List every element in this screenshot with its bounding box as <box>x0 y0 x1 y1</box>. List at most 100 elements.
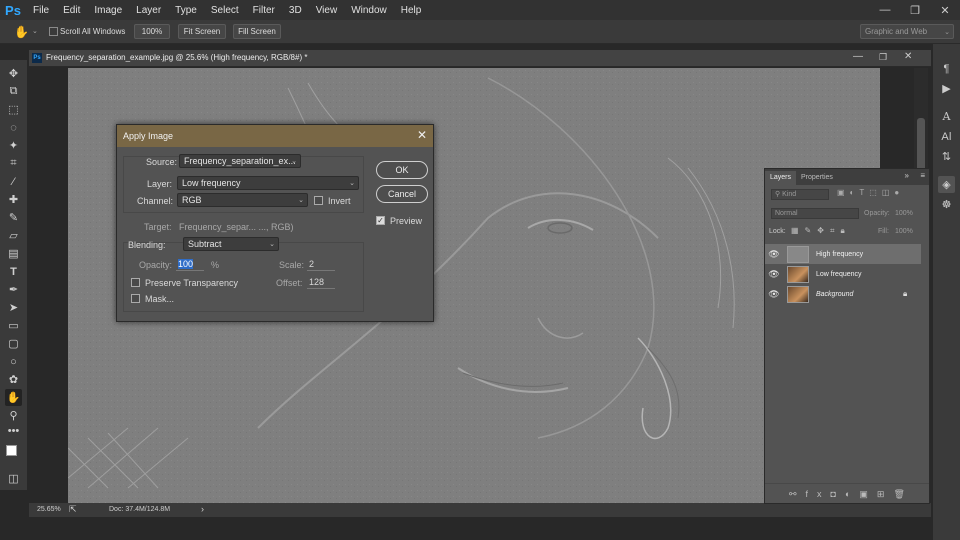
layer-filter-icons[interactable]: ▣◐T⬚◫● <box>837 188 904 197</box>
layer-row-high-frequency[interactable]: 👁︎ High frequency <box>765 244 921 264</box>
rectangle-tool-icon[interactable]: ▭ <box>5 317 22 334</box>
menu-layer[interactable]: Layer <box>129 5 168 16</box>
pasteboard <box>29 68 68 503</box>
menu-type[interactable]: Type <box>168 5 204 16</box>
layer-row-low-frequency[interactable]: 👁︎ Low frequency <box>765 264 921 284</box>
options-bar: ✋ ⌄ Scroll All Windows 100% Fit Screen F… <box>0 20 960 44</box>
menu-window[interactable]: Window <box>344 5 394 16</box>
rounded-rectangle-tool-icon[interactable]: ▢ <box>5 335 22 352</box>
mask-checkbox[interactable] <box>131 294 140 303</box>
marquee-tool-icon[interactable]: ⬚ <box>5 101 22 118</box>
gradient-tool-icon[interactable]: ▤ <box>5 245 22 262</box>
artboard-tool-icon[interactable]: ⧉ <box>5 83 22 100</box>
offset-input[interactable]: 128 <box>307 276 335 289</box>
layer-name[interactable]: Low frequency <box>816 271 862 278</box>
preserve-transparency-checkbox[interactable] <box>131 278 140 287</box>
close-button[interactable]: ✕ <box>930 0 960 20</box>
target-value: Frequency_separ... ..., RGB) <box>179 222 294 232</box>
preserve-transparency-label: Preserve Transparency <box>145 278 239 288</box>
layer-name[interactable]: Background <box>816 291 853 298</box>
hand-tool-icon[interactable]: ✋ <box>5 389 22 406</box>
preview-checkbox[interactable]: ✓ <box>376 216 385 225</box>
layer-name[interactable]: High frequency <box>816 251 863 258</box>
channel-label: Channel: <box>137 196 174 206</box>
source-select[interactable]: Frequency_separation_ex... ⌄ <box>179 154 301 168</box>
ellipse-tool-icon[interactable]: ○ <box>5 353 22 370</box>
opacity-input[interactable]: 100 <box>176 258 204 271</box>
pen-tool-icon[interactable]: ✒ <box>5 281 22 298</box>
layers-icon[interactable]: ◈ <box>938 176 955 193</box>
fill-screen-button[interactable]: Fill Screen <box>233 24 281 39</box>
minimize-button[interactable]: — <box>870 0 900 20</box>
workspace-select[interactable]: Graphic and Web ⌄ <box>860 24 954 39</box>
zoom-100-button[interactable]: 100% <box>134 24 170 39</box>
filter-kind-select[interactable]: ⚲ Kind <box>771 189 829 200</box>
paragraph-icon[interactable]: ¶ <box>938 60 955 77</box>
paragraph-styles-icon[interactable]: ⇅ <box>938 148 955 165</box>
share-icon[interactable]: ⇱ <box>69 504 77 515</box>
invert-checkbox[interactable] <box>314 196 323 205</box>
ok-button[interactable]: OK <box>376 161 428 179</box>
healing-brush-tool-icon[interactable]: ✚ <box>5 191 22 208</box>
path-selection-tool-icon[interactable]: ➤ <box>5 299 22 316</box>
dialog-titlebar[interactable]: Apply Image ✕ <box>117 125 433 147</box>
scroll-all-checkbox[interactable] <box>49 27 58 39</box>
hand-tool-icon[interactable]: ✋ <box>14 25 29 39</box>
magic-wand-tool-icon[interactable]: ✦ <box>5 137 22 154</box>
layer-label: Layer: <box>147 179 173 189</box>
character-icon[interactable]: Aǀ <box>938 128 955 145</box>
lock-label: Lock: <box>769 228 786 235</box>
menu-filter[interactable]: Filter <box>246 5 282 16</box>
document-tab[interactable]: Ps Frequency_separation_example.jpg @ 25… <box>29 50 931 67</box>
brush-tool-icon[interactable]: ✎ <box>5 209 22 226</box>
zoom-level[interactable]: 25.65% <box>37 506 61 513</box>
blend-mode-select[interactable]: Normal <box>771 208 859 219</box>
source-value: Frequency_separation_ex... <box>184 156 296 166</box>
menu-3d[interactable]: 3D <box>282 5 309 16</box>
eye-icon[interactable]: 👁︎ <box>765 289 783 300</box>
tab-properties[interactable]: Properties <box>796 171 838 185</box>
tab-layers[interactable]: Layers <box>765 171 797 185</box>
menu-select[interactable]: Select <box>204 5 246 16</box>
layers-footer-icons[interactable]: ⚯fx◘◐▣⊞🗑︎ <box>765 483 929 503</box>
eye-icon[interactable]: 👁︎ <box>765 269 783 280</box>
menu-help[interactable]: Help <box>394 5 429 16</box>
fit-screen-button[interactable]: Fit Screen <box>178 24 226 39</box>
panel-menu-icon[interactable]: ≡ <box>920 171 925 180</box>
menu-view[interactable]: View <box>309 5 345 16</box>
foreground-color-swatch[interactable] <box>6 445 17 456</box>
eraser-tool-icon[interactable]: ▱ <box>5 227 22 244</box>
lock-icons[interactable]: ▦✎✥⌗🔒︎ <box>791 226 851 236</box>
scale-input[interactable]: 2 <box>307 258 335 271</box>
more-tools-icon[interactable]: ••• <box>5 422 22 439</box>
doc-minimize-button[interactable]: — <box>853 51 863 62</box>
menu-file[interactable]: File <box>26 5 56 16</box>
channels-icon[interactable]: ☸ <box>938 196 955 213</box>
layer-select[interactable]: Low frequency ⌄ <box>177 176 359 190</box>
eyedropper-tool-icon[interactable]: ⁄ <box>5 173 22 190</box>
fill-value[interactable]: 100% <box>895 228 913 235</box>
type-tool-icon[interactable]: T <box>5 263 22 280</box>
close-icon[interactable]: ✕ <box>417 128 427 142</box>
cancel-button[interactable]: Cancel <box>376 185 428 203</box>
chevron-right-icon[interactable]: › <box>201 504 204 514</box>
custom-shape-tool-icon[interactable]: ✿ <box>5 371 22 388</box>
move-tool-icon[interactable]: ✥ <box>5 65 22 82</box>
quick-mask-icon[interactable]: ◫ <box>5 470 22 487</box>
menu-image[interactable]: Image <box>87 5 129 16</box>
doc-close-button[interactable]: ✕ <box>904 51 912 62</box>
play-actions-icon[interactable]: ▶ <box>938 80 955 97</box>
chevron-down-icon[interactable]: ⌄ <box>32 27 38 35</box>
layer-row-background[interactable]: 👁︎ Background 🔒︎ <box>765 284 921 304</box>
collapse-icon[interactable]: » <box>905 171 909 180</box>
glyphs-icon[interactable]: A <box>938 108 955 125</box>
menu-edit[interactable]: Edit <box>56 5 87 16</box>
lasso-tool-icon[interactable]: ◌ <box>5 119 22 136</box>
blending-select[interactable]: Subtract ⌄ <box>183 237 279 251</box>
opacity-value[interactable]: 100% <box>895 210 913 217</box>
channel-select[interactable]: RGB ⌄ <box>177 193 308 207</box>
restore-button[interactable]: ❐ <box>900 0 930 20</box>
eye-icon[interactable]: 👁︎ <box>765 249 783 260</box>
doc-restore-button[interactable]: ❐ <box>879 52 887 63</box>
crop-tool-icon[interactable]: ⌗ <box>5 155 22 172</box>
